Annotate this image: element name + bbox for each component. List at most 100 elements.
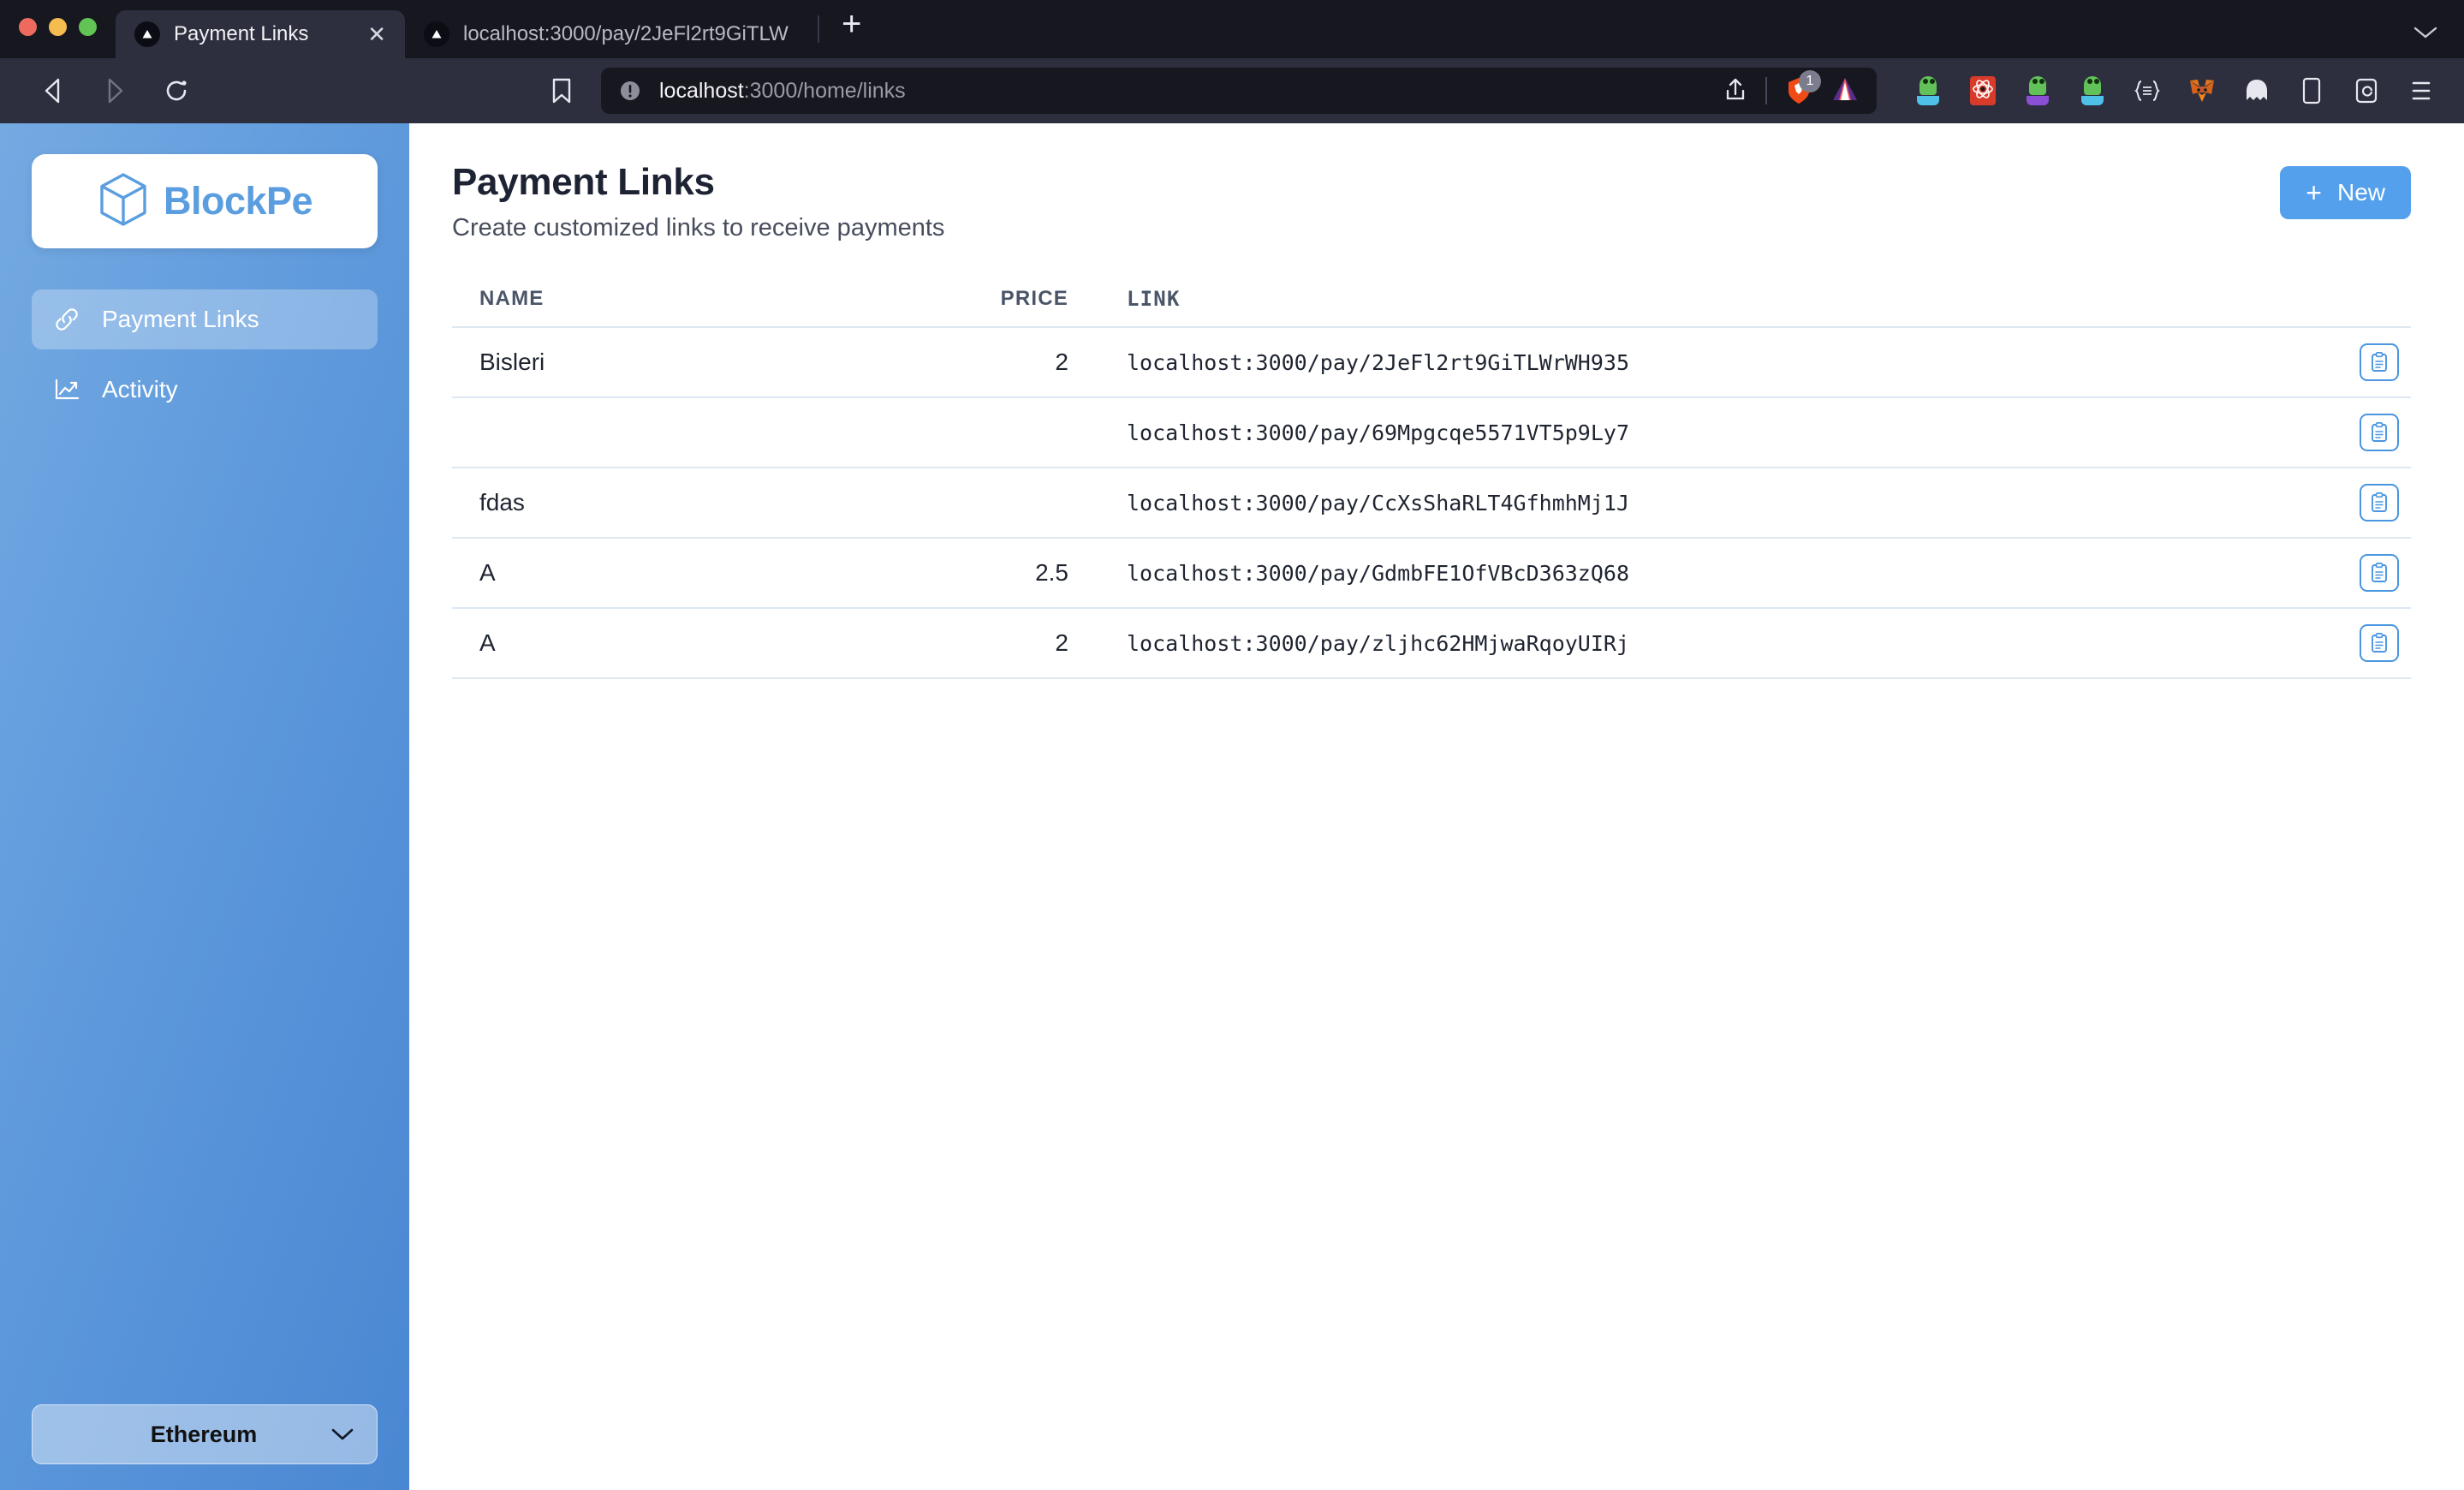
- clipboard-icon: [2372, 633, 2387, 653]
- copy-link-button[interactable]: [2360, 484, 2399, 522]
- frog-blue-extension-icon[interactable]: [2077, 75, 2108, 106]
- address-bar-url: localhost:3000/home/links: [659, 79, 906, 104]
- phantom-ghost-icon[interactable]: [2241, 75, 2272, 106]
- atom-extension-icon[interactable]: [1967, 75, 1998, 106]
- wallet-extension-icon[interactable]: [2351, 75, 2382, 106]
- browser-menu-icon[interactable]: [2406, 75, 2437, 106]
- table-header-row: NAME PRICE LINK: [452, 287, 2411, 328]
- page-header-text: Payment Links Create customized links to…: [452, 161, 2280, 242]
- cell-price: 2.5: [1035, 559, 1068, 586]
- column-header-price: PRICE: [1000, 287, 1068, 310]
- cell-price: 2: [1055, 349, 1068, 375]
- chain-selector[interactable]: Ethereum: [32, 1404, 378, 1464]
- plus-icon: +: [2306, 177, 2322, 208]
- minimize-window-button[interactable]: [49, 18, 67, 36]
- app-logo[interactable]: BlockPe: [32, 154, 378, 248]
- code-extension-icon[interactable]: [2132, 75, 2163, 106]
- table-row: Bisleri 2 localhost:3000/pay/2JeFl2rt9Gi…: [452, 328, 2411, 398]
- brave-favicon-icon: [424, 21, 449, 47]
- table-row: fdas localhost:3000/pay/CcXsShaRLT4Gfhmh…: [452, 468, 2411, 539]
- cell-link[interactable]: localhost:3000/pay/2JeFl2rt9GiTLWrWH935: [1068, 350, 2308, 375]
- table-row: A 2.5 localhost:3000/pay/GdmbFE1OfVBcD36…: [452, 539, 2411, 609]
- table-row: A 2 localhost:3000/pay/zljhc62HMjwaRqoyU…: [452, 609, 2411, 679]
- cell-name: A: [479, 629, 496, 656]
- browser-tab-active[interactable]: Payment Links ✕: [116, 10, 405, 58]
- cell-link[interactable]: localhost:3000/pay/zljhc62HMjwaRqoyUIRj: [1068, 631, 2308, 656]
- cell-actions: [2308, 624, 2411, 662]
- window-traffic-lights: [19, 18, 116, 58]
- url-path: :3000/home/links: [743, 78, 906, 103]
- sidebar-item-payment-links[interactable]: Payment Links: [32, 289, 378, 349]
- frog-extension-icon[interactable]: [1913, 75, 1943, 106]
- cell-name: fdas: [479, 489, 525, 516]
- browser-toolbar: localhost:3000/home/links 1: [0, 58, 2464, 123]
- brave-shields-icon[interactable]: 1: [1786, 70, 1821, 105]
- address-bar-actions: 1: [1724, 70, 1860, 107]
- reload-button-icon[interactable]: [161, 75, 192, 106]
- browser-tab-inactive[interactable]: localhost:3000/pay/2JeFl2rt9GiTLW: [405, 10, 816, 58]
- brave-rewards-triangle-icon[interactable]: [1830, 75, 1860, 107]
- sidebar: BlockPe Payment Links Activity Ethereum: [0, 123, 409, 1490]
- chevron-down-icon: [330, 1427, 354, 1442]
- page-header: Payment Links Create customized links to…: [452, 161, 2411, 242]
- column-header-link: LINK: [1127, 287, 1181, 311]
- copy-link-button[interactable]: [2360, 554, 2399, 592]
- main-content: Payment Links Create customized links to…: [409, 123, 2464, 1490]
- tab-title: Payment Links: [174, 22, 309, 45]
- sidebar-item-activity[interactable]: Activity: [32, 360, 378, 420]
- back-button-icon[interactable]: [38, 75, 68, 106]
- address-bar[interactable]: localhost:3000/home/links 1: [601, 68, 1877, 114]
- frog-purple-extension-icon[interactable]: [2022, 75, 2053, 106]
- chain-selector-value: Ethereum: [150, 1421, 258, 1447]
- tab-divider: [818, 15, 819, 43]
- app-logo-text: BlockPe: [163, 179, 313, 223]
- bookmark-icon[interactable]: [546, 75, 577, 106]
- share-icon[interactable]: [1724, 76, 1747, 106]
- sidebar-item-label: Payment Links: [102, 306, 259, 332]
- copy-link-button[interactable]: [2360, 414, 2399, 451]
- brave-favicon-icon: [134, 21, 160, 47]
- new-payment-link-button[interactable]: + New: [2280, 166, 2411, 219]
- clipboard-icon: [2372, 563, 2387, 582]
- clipboard-icon: [2372, 352, 2387, 372]
- clipboard-icon: [2372, 492, 2387, 512]
- metamask-fox-icon[interactable]: [2187, 75, 2217, 106]
- maximize-window-button[interactable]: [79, 18, 97, 36]
- url-host: localhost: [659, 78, 744, 103]
- copy-link-button[interactable]: [2360, 343, 2399, 381]
- payment-links-table: NAME PRICE LINK Bisleri 2 localhost:3000…: [452, 287, 2411, 679]
- cell-link[interactable]: localhost:3000/pay/CcXsShaRLT4GfhmhMj1J: [1068, 491, 2308, 516]
- forward-button-icon[interactable]: [99, 75, 130, 106]
- close-window-button[interactable]: [19, 18, 37, 36]
- tab-list-chevron-down-icon[interactable]: [2413, 25, 2438, 45]
- tab-strip: Payment Links ✕ localhost:3000/pay/2JeFl…: [0, 0, 2464, 58]
- new-button-label: New: [2336, 179, 2385, 206]
- cell-link[interactable]: localhost:3000/pay/GdmbFE1OfVBcD363zQ68: [1068, 561, 2308, 586]
- cell-name: Bisleri: [479, 349, 545, 375]
- tab-title: localhost:3000/pay/2JeFl2rt9GiTLW: [463, 22, 789, 45]
- browser-window: Payment Links ✕ localhost:3000/pay/2JeFl…: [0, 0, 2464, 1490]
- cell-price: 2: [1055, 629, 1068, 656]
- page-subtitle: Create customized links to receive payme…: [452, 214, 945, 241]
- reader-mode-icon[interactable]: [2296, 75, 2327, 106]
- cell-actions: [2308, 414, 2411, 451]
- extension-icons: [1913, 75, 2442, 106]
- cell-actions: [2308, 554, 2411, 592]
- link-icon: [52, 305, 81, 334]
- app-body: BlockPe Payment Links Activity Ethereum …: [0, 123, 2464, 1490]
- shields-badge-count: 1: [1799, 70, 1821, 92]
- cell-actions: [2308, 484, 2411, 522]
- clipboard-icon: [2372, 422, 2387, 442]
- cell-link[interactable]: localhost:3000/pay/69Mpgcqe5571VT5p9Ly7: [1068, 420, 2308, 445]
- copy-link-button[interactable]: [2360, 624, 2399, 662]
- trending-up-icon: [52, 375, 81, 404]
- cell-actions: [2308, 343, 2411, 381]
- connection-info-icon[interactable]: [618, 79, 642, 103]
- navigation-buttons: [22, 75, 192, 106]
- new-tab-button[interactable]: +: [821, 7, 882, 58]
- toolbar-divider: [1765, 77, 1767, 104]
- column-header-name: NAME: [479, 287, 545, 310]
- sidebar-item-label: Activity: [102, 376, 178, 402]
- cell-name: A: [479, 559, 496, 586]
- close-tab-button[interactable]: ✕: [364, 23, 390, 45]
